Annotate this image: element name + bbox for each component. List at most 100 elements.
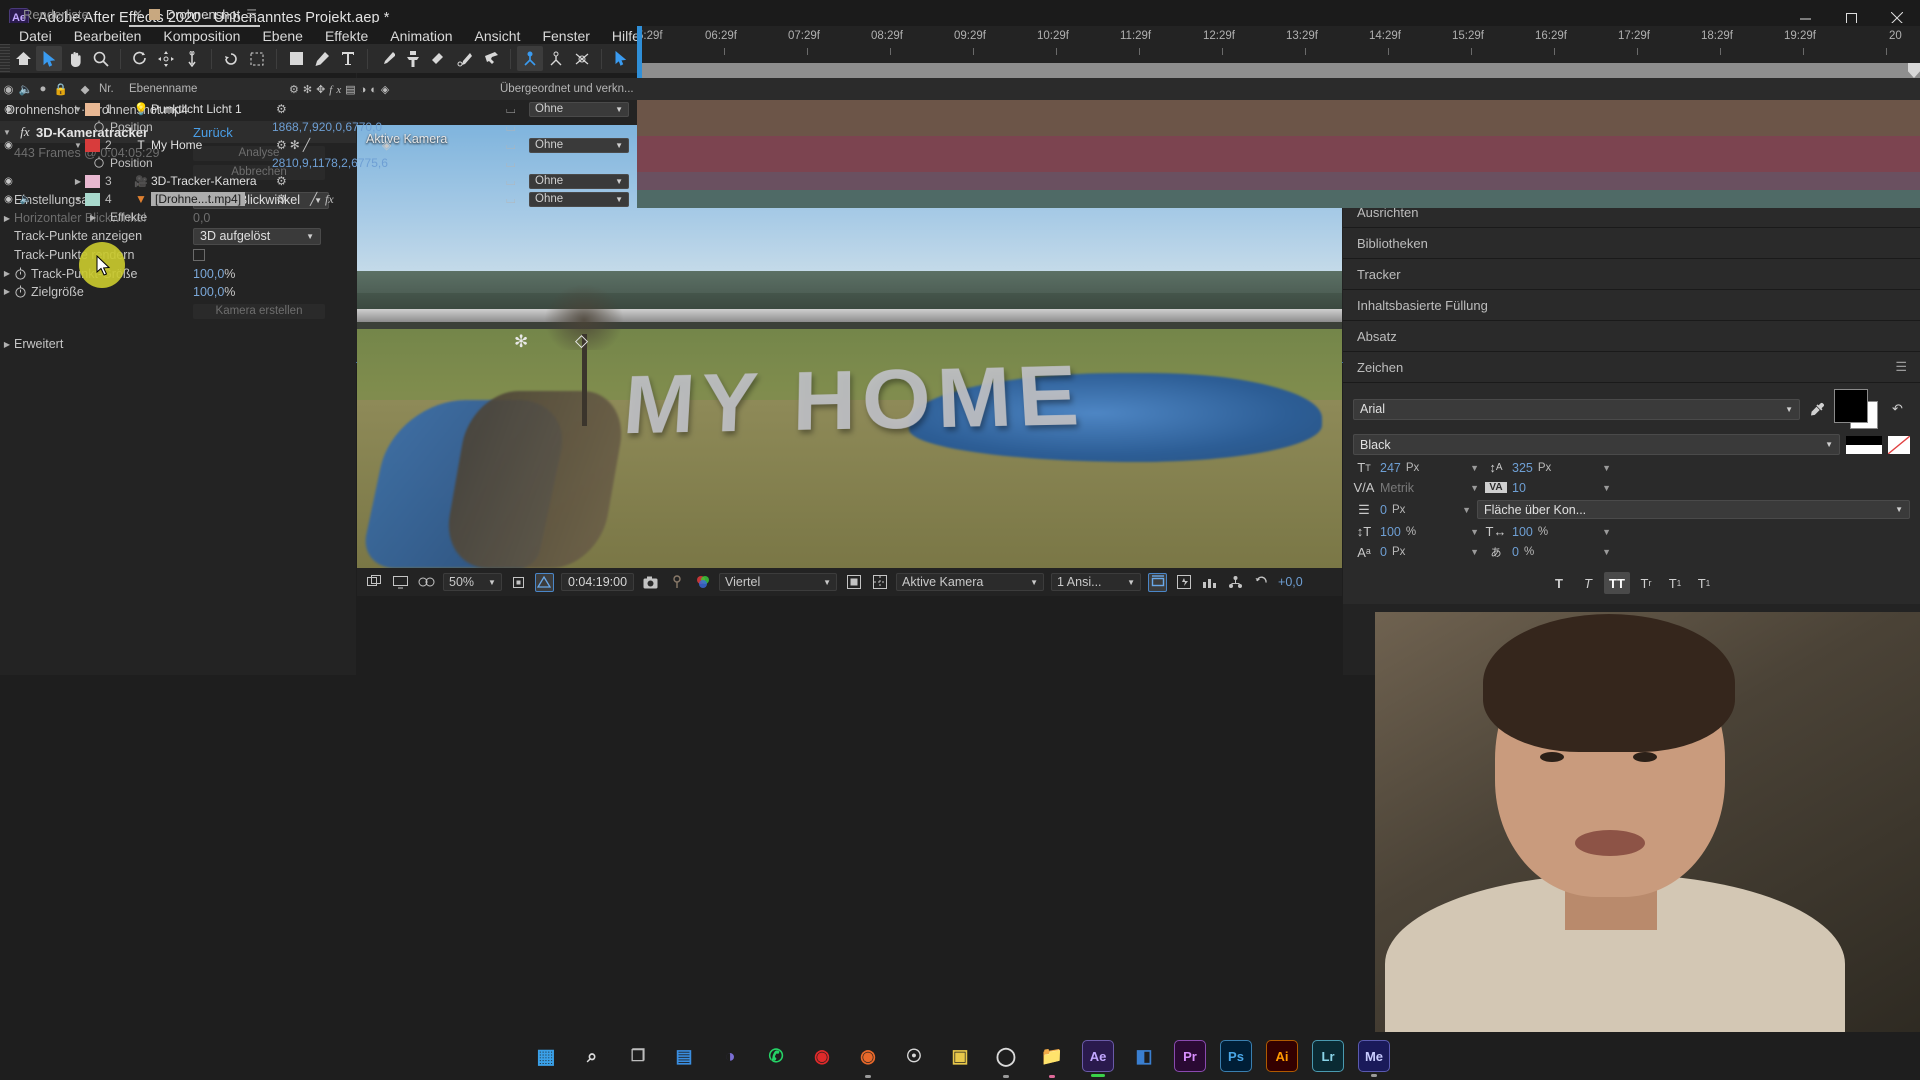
chevron-down-icon[interactable]: ▼ <box>1602 463 1611 473</box>
parent-select[interactable]: Ohne ▼ <box>529 191 629 207</box>
table-row[interactable]: ◉ ▶ 3 🎥 3D-Tracker-Kamera ⚙ ⌴ Ohne ▼ <box>0 172 637 190</box>
toggle-mask-icon[interactable] <box>844 573 863 592</box>
create-camera-button[interactable]: Kamera erstellen <box>193 303 325 319</box>
layer-label-color[interactable] <box>85 102 100 116</box>
roto-brush-icon[interactable] <box>452 46 478 71</box>
brush-tool-icon[interactable] <box>374 46 400 71</box>
parent-pickwhip-icon[interactable]: ⌴ <box>506 156 516 171</box>
hamburger-icon[interactable]: ☰ <box>246 7 257 21</box>
chevron-down-icon[interactable]: ▼ <box>71 105 85 114</box>
toggle-alpha-icon[interactable] <box>870 573 889 592</box>
panel-inhaltsbasierte-fuellung[interactable]: Inhaltsbasierte Füllung <box>1343 290 1920 321</box>
parent-select[interactable]: Ohne ▼ <box>529 173 629 189</box>
3d-view-icon[interactable] <box>1148 572 1168 592</box>
panel-absatz[interactable]: Absatz <box>1343 321 1920 352</box>
photoshop-icon[interactable]: Ps <box>1220 1040 1252 1072</box>
toolbar-grip[interactable] <box>0 44 10 73</box>
chevron-down-icon[interactable]: ▼ <box>1602 483 1611 493</box>
tab-renderliste[interactable]: Renderliste <box>1 1 99 27</box>
font-style-select[interactable]: Black ▼ <box>1353 434 1840 455</box>
panel-tracker[interactable]: Tracker <box>1343 259 1920 290</box>
stroke-width-field[interactable]: ☰ 0 Px ▼ <box>1353 502 1471 518</box>
layer-name[interactable]: [Drohne...t.mp4] <box>151 192 246 206</box>
parent-pickwhip-icon[interactable]: ⌴ <box>506 102 516 117</box>
visibility-icon[interactable]: ◉ <box>0 194 17 205</box>
chevron-down-icon[interactable]: ▼ <box>1602 527 1611 537</box>
chevron-down-icon[interactable]: ▼ <box>1462 505 1471 515</box>
close-icon[interactable]: ✕ <box>133 7 143 21</box>
advanced-section-label[interactable]: Erweitert <box>14 337 63 351</box>
shy-icon[interactable]: ⚙ <box>276 192 287 206</box>
selection-tool-icon[interactable] <box>36 46 62 71</box>
audio-icon[interactable]: 🔈 <box>17 194 35 205</box>
fill-stroke-preview[interactable] <box>1846 435 1882 454</box>
eyedropper-icon[interactable] <box>1806 402 1828 417</box>
all-caps-icon[interactable]: TT <box>1604 572 1630 594</box>
visibility-icon[interactable]: ◉ <box>0 104 17 115</box>
home-icon[interactable] <box>10 46 36 71</box>
guides-icon[interactable] <box>1200 573 1219 592</box>
shy-icon[interactable]: ⚙ <box>276 102 287 116</box>
effects-group-row[interactable]: ▶ Effekte <box>0 208 637 226</box>
vertical-scale-field[interactable]: ↕T 100 % ▼ <box>1353 524 1479 539</box>
anchor-tool-icon[interactable] <box>179 46 205 71</box>
dolly-camera-icon[interactable] <box>569 46 595 71</box>
region-of-interest-icon[interactable] <box>509 573 528 592</box>
chevron-right-icon[interactable]: ▶ <box>0 340 14 349</box>
chevron-down-icon[interactable]: ▼ <box>1470 463 1479 473</box>
tsume-field[interactable]: あ 0 % ▼ <box>1485 544 1612 560</box>
rotation-tool-icon[interactable] <box>127 46 153 71</box>
resolution-dropdown[interactable]: Viertel ▼ <box>719 573 838 591</box>
layer-name[interactable]: 3D-Tracker-Kamera <box>151 174 257 188</box>
chevron-right-icon[interactable]: ▶ <box>90 213 96 222</box>
baseline-shift-field[interactable]: Aᵃ 0 Px ▼ <box>1353 545 1479 560</box>
layer-label-color[interactable] <box>85 192 100 206</box>
property-value[interactable]: 1868,7,920,0,6770,0 <box>272 120 382 134</box>
tracking-field[interactable]: VA 10 ▼ <box>1485 481 1611 495</box>
firefox-icon[interactable]: ◉ <box>852 1040 884 1078</box>
row-trackpunkte-anzeigen-dropdown[interactable]: 3D aufgelöst ▼ <box>193 227 321 245</box>
channels-icon[interactable] <box>693 573 712 592</box>
stopwatch-icon[interactable] <box>14 267 27 280</box>
masks-icon[interactable] <box>417 573 436 592</box>
puppet-pin-icon[interactable] <box>478 46 504 71</box>
current-timecode[interactable]: 0:04:19:00 <box>560 573 635 591</box>
layer-label-color[interactable] <box>85 174 100 188</box>
text-tool-icon[interactable] <box>335 46 361 71</box>
task-view-icon[interactable]: ❐ <box>622 1040 654 1072</box>
timeline-ruler[interactable]: 5:29f 06:29f 07:29f 08:29f 09:29f 10:29f… <box>637 26 1920 63</box>
start-icon[interactable]: ▦ <box>530 1040 562 1072</box>
3d-icon[interactable]: ◈ <box>382 138 391 152</box>
property-value[interactable]: 2810,9,1178,2,6775,6 <box>272 156 388 170</box>
roto-brush-selection-icon[interactable] <box>244 46 270 71</box>
views-count-dropdown[interactable]: 1 Ansi... ▼ <box>1051 573 1142 591</box>
row-trackpunkt-groesse-value[interactable]: 100,0% <box>193 267 235 281</box>
faux-bold-icon[interactable]: T <box>1546 572 1572 594</box>
chevron-right-icon[interactable]: ▶ <box>71 177 85 186</box>
widgets-icon[interactable]: ▤ <box>668 1040 700 1072</box>
work-area-end-handle[interactable] <box>1908 63 1920 78</box>
layer-bar[interactable] <box>637 100 1920 118</box>
panel-zeichen[interactable]: Zeichen ☰ <box>1343 352 1920 383</box>
current-time-indicator[interactable] <box>637 26 642 78</box>
media-encoder-icon[interactable]: ◧ <box>1128 1040 1160 1072</box>
after-effects-icon[interactable]: Ae <box>1082 1040 1114 1077</box>
chevron-down-icon[interactable]: ▼ <box>1470 547 1479 557</box>
font-size-field[interactable]: TT 247 Px ▼ <box>1353 460 1479 475</box>
kerning-field[interactable]: V/A Metrik ▼ <box>1353 480 1479 495</box>
fx-icon[interactable]: fx <box>325 192 334 207</box>
table-row[interactable]: ◉ 🔈 ▼ 4 ▼ [Drohne...t.mp4] ⚙ ╱ fx ⌴ Ohne… <box>0 190 637 208</box>
zoom-level-dropdown[interactable]: 50% ▼ <box>443 573 502 591</box>
search-icon[interactable]: ⌕ <box>576 1040 608 1072</box>
chevron-right-icon[interactable]: ▶ <box>0 269 14 278</box>
monitor-icon[interactable] <box>391 573 410 592</box>
hamburger-icon[interactable]: ☰ <box>1895 359 1907 375</box>
faux-italic-icon[interactable]: T <box>1575 572 1601 594</box>
rotate-shape-icon[interactable] <box>218 46 244 71</box>
chevron-right-icon[interactable]: ▶ <box>0 287 14 296</box>
chevron-down-icon[interactable]: ▼ <box>1602 547 1611 557</box>
parent-pickwhip-icon[interactable]: ⌴ <box>506 138 516 153</box>
chevron-down-icon[interactable]: ▼ <box>1470 483 1479 493</box>
obs-icon[interactable]: ◯ <box>990 1040 1022 1078</box>
parent-pickwhip-icon[interactable]: ⌴ <box>506 120 516 135</box>
